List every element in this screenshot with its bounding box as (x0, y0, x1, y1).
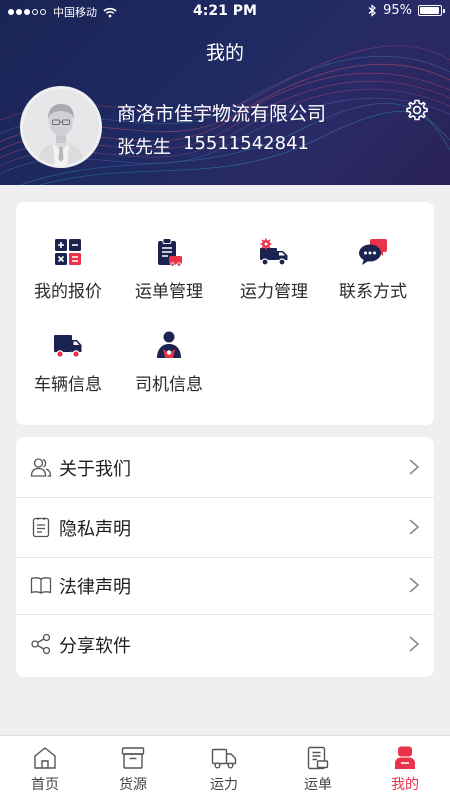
menu-item-share-app[interactable]: 分享软件 (16, 614, 434, 674)
function-grid-card: 我的报价 运单管理 运力管理 联系方式 车辆信息 司机信息 (16, 202, 434, 425)
driver-icon (157, 331, 181, 358)
function-label: 我的报价 (34, 282, 102, 302)
tab-label: 运力 (210, 777, 238, 793)
waybill-clipboard-icon (158, 238, 182, 267)
menu-item-label: 隐私声明 (59, 519, 131, 540)
function-label: 司机信息 (135, 375, 203, 395)
share-icon (31, 633, 51, 655)
menu-item-legal-statement[interactable]: 法律声明 (16, 555, 434, 615)
users-icon (30, 458, 52, 477)
tab-label: 我的 (391, 777, 419, 793)
phone-number: 15511542841 (183, 133, 309, 154)
function-label: 车辆信息 (34, 375, 102, 395)
menu-item-label: 分享软件 (59, 636, 131, 657)
profile-header: 中国移动 4:21 PM 95% 我的 商洛市佳宇物流有限公司 张先生 1551… (0, 0, 450, 185)
bottom-tab-bar: 首页 货源 运力 运单 我的 (0, 735, 450, 800)
truck-gear-icon (260, 238, 288, 266)
menu-item-label: 关于我们 (59, 459, 131, 480)
document-icon (32, 517, 50, 538)
settings-gear-icon[interactable] (405, 98, 429, 122)
tab-waybills[interactable]: 运单 (273, 736, 363, 800)
home-icon (34, 747, 56, 769)
user-avatar-icon (23, 89, 99, 165)
chevron-right-icon (409, 519, 420, 535)
bluetooth-icon (368, 4, 377, 17)
battery-percent: 95% (383, 3, 412, 18)
profile-icon (395, 746, 415, 769)
avatar[interactable] (20, 86, 102, 168)
tab-mine[interactable]: 我的 (360, 736, 450, 800)
tab-capacity[interactable]: 运力 (179, 736, 269, 800)
battery-icon (418, 5, 445, 16)
page-title: 我的 (205, 42, 244, 64)
vehicle-info-button[interactable]: 车辆信息 (16, 328, 120, 408)
driver-info-button[interactable]: 司机信息 (117, 328, 221, 408)
chevron-right-icon (409, 459, 420, 475)
contact-name: 张先生 (117, 137, 171, 158)
my-quotes-button[interactable]: 我的报价 (16, 235, 120, 315)
company-name: 商洛市佳宇物流有限公司 (117, 103, 327, 125)
tab-cargo[interactable]: 货源 (88, 736, 178, 800)
chat-bubbles-icon (359, 239, 387, 265)
waybill-icon (307, 746, 329, 770)
tab-home[interactable]: 首页 (0, 736, 90, 800)
chevron-right-icon (409, 577, 420, 593)
waybill-management-button[interactable]: 运单管理 (117, 235, 221, 315)
function-label: 联系方式 (339, 282, 407, 302)
settings-menu-card: 关于我们 隐私声明 法律声明 分享软件 (16, 437, 434, 677)
contact-info: 张先生 15511542841 (117, 133, 309, 159)
capacity-management-button[interactable]: 运力管理 (222, 235, 326, 315)
truck-icon (54, 335, 82, 358)
book-icon (30, 577, 52, 594)
calculator-icon (55, 239, 81, 265)
menu-item-label: 法律声明 (59, 577, 131, 598)
menu-item-about-us[interactable]: 关于我们 (16, 437, 434, 497)
cargo-box-icon (121, 747, 145, 769)
tab-label: 运单 (304, 777, 332, 793)
menu-item-privacy-statement[interactable]: 隐私声明 (16, 497, 434, 557)
contact-methods-button[interactable]: 联系方式 (321, 235, 425, 315)
tab-label: 首页 (31, 777, 59, 793)
tab-label: 货源 (119, 777, 147, 793)
status-bar: 中国移动 4:21 PM 95% (0, 0, 450, 24)
function-label: 运单管理 (135, 282, 203, 302)
truck-outline-icon (211, 748, 237, 769)
chevron-right-icon (409, 636, 420, 652)
function-label: 运力管理 (240, 282, 308, 302)
